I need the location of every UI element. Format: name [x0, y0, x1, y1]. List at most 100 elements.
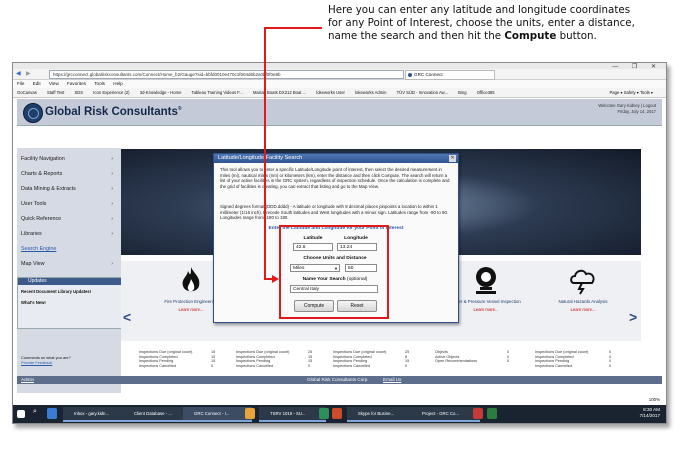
taskbar-item-project[interactable]: Project - GRC Co...	[411, 407, 480, 422]
zoom-level[interactable]: 100%	[649, 397, 660, 402]
footer-email-link[interactable]: Email Us	[383, 376, 401, 384]
stat-label: Open Recommendations 0	[435, 359, 510, 364]
callout-line-2: for any Point of Interest, choose the un…	[328, 17, 635, 29]
updates-panel: Updates Recent Document Library Updates!…	[17, 277, 132, 329]
menu-favorites[interactable]: Favorites	[67, 81, 86, 86]
card-natural-hazards[interactable]: Natural Hazards Analysis Learn more...	[543, 265, 623, 312]
back-icon[interactable]: ◀	[16, 70, 21, 77]
fav-gocanvas[interactable]: GoCanvas	[17, 90, 37, 95]
welcome-block: Welcome Gary Kidney | Logout Friday, Jul…	[598, 103, 656, 115]
stat-label: Inspections Cancelled 0	[236, 363, 311, 368]
chevron-right-icon: ›	[111, 171, 113, 177]
tab-favicon-icon	[408, 73, 412, 77]
menu-tools[interactable]: Tools	[94, 81, 105, 86]
menu-view[interactable]: View	[49, 81, 59, 86]
tab-label: GRC Connect	[414, 72, 443, 77]
flame-icon	[182, 267, 200, 292]
dialog-intro: This tool allows you to enter a specific…	[220, 167, 450, 189]
chevron-right-icon: ›	[111, 231, 113, 237]
nav-facility-navigation[interactable]: Facility Navigation ›	[21, 156, 113, 162]
fav-tuv-sud[interactable]: TÜV SÜD - Innovation Aw...	[397, 90, 448, 95]
grc-logo-icon	[23, 103, 43, 123]
fav-lokeworks-admin[interactable]: lokeworks Admin	[355, 90, 386, 95]
fav-lokeworks-user[interactable]: lokeworks User	[316, 90, 345, 95]
carousel-next-icon[interactable]: >	[629, 309, 637, 325]
carousel-prev-icon[interactable]: <	[123, 309, 131, 325]
fav-mariah-boats[interactable]: Mariah Boats DX212 Boat ...	[253, 90, 306, 95]
fav-icon-experience[interactable]: Icon Experience (2)	[93, 90, 129, 95]
close-icon[interactable]: ✕	[449, 155, 456, 162]
fav-sds[interactable]: SDS	[74, 90, 83, 95]
browser-right-tools[interactable]: Page ▾ Safety ▾ Tools ▾	[610, 88, 653, 97]
explorer-icon[interactable]	[245, 408, 255, 419]
favorites-bar: GoCanvas Staff Test SDS Icon Experience …	[13, 88, 666, 98]
nav-search-engine[interactable]: Search Engine	[21, 246, 113, 252]
chevron-right-icon: ›	[111, 201, 113, 207]
chevron-right-icon: ›	[111, 156, 113, 162]
taskbar-item-skype[interactable]: Skype for Busine...	[347, 407, 418, 422]
callout-arrow-icon	[272, 275, 279, 283]
fav-office365[interactable]: Office365	[477, 90, 495, 95]
dialog-format-note: Signed degrees format (DDD.dddd) - A lat…	[220, 204, 449, 221]
fav-staff-test[interactable]: Staff Test	[47, 90, 64, 95]
fav-tableau[interactable]: Tableau Training Videos F...	[192, 90, 243, 95]
menu-edit[interactable]: Edit	[33, 81, 41, 86]
updates-item-whats-new[interactable]: What's New!	[21, 300, 46, 305]
welcome-date: Friday, July 14, 2017	[617, 109, 656, 114]
stat-label: Inspections Cancelled 0	[333, 363, 408, 368]
app-icon[interactable]	[319, 408, 329, 419]
provide-feedback-link[interactable]: Provide Feedback	[21, 360, 52, 365]
system-clock[interactable]: 8:30 AM 7/14/2017	[640, 407, 660, 419]
highlight-box	[279, 225, 389, 319]
footer-company: Global Risk Consultants Corp.	[307, 377, 369, 382]
start-icon[interactable]	[17, 410, 25, 418]
outlook-icon[interactable]	[47, 408, 57, 419]
stat-label: Inspections Cancelled 0	[139, 363, 214, 368]
pressure-gauge-icon	[476, 267, 496, 294]
updates-item-library[interactable]: Recent Document Library Updates!	[21, 289, 91, 294]
url-input[interactable]: https://grcconnect.globalriskconsultants…	[49, 70, 404, 79]
nav-quick-reference[interactable]: Quick Reference ›	[21, 216, 113, 222]
stats-col4: Objects 0 Active Objects 0 Open Recommenda…	[435, 350, 530, 364]
stats-col5: Inspections Due (original count) 0 Inspec…	[535, 350, 630, 368]
chevron-right-icon: ›	[111, 216, 113, 222]
stats-fire: Inspections Due (original count) 15 Inspe…	[139, 350, 234, 368]
nav-data-mining[interactable]: Data Mining & Extracts ›	[21, 186, 113, 192]
callout-compute-word: Compute	[504, 30, 557, 42]
tab-grc-connect[interactable]: GRC Connect	[405, 70, 495, 80]
callout-connector-vertical	[264, 27, 266, 279]
chevron-right-icon: ›	[111, 261, 113, 267]
pdf-icon[interactable]	[473, 408, 483, 419]
taskbar-item-inbox[interactable]: Inbox - gary.kidn...	[63, 407, 130, 422]
nav-charts-reports[interactable]: Charts & Reports ›	[21, 171, 113, 177]
address-bar-row: ◀ ▶ https://grcconnect.globalriskconsult…	[13, 69, 666, 80]
callout-line-3: name the search and then hit the Compute…	[328, 30, 597, 42]
nav-libraries[interactable]: Libraries ›	[21, 231, 113, 237]
nav-user-tools[interactable]: User Tools ›	[21, 201, 113, 207]
fav-3d-knowledge[interactable]: 3d-Knowledge - Home	[140, 90, 182, 95]
forward-icon[interactable]: ▶	[26, 70, 31, 77]
updates-header: Updates	[18, 278, 132, 285]
stats-col3: Inspections Due (original count) 25 Inspe…	[333, 350, 428, 368]
nav-map-view[interactable]: Map View ›	[21, 261, 113, 267]
search-icon[interactable]: ⌕	[33, 408, 37, 416]
chevron-right-icon: ›	[111, 186, 113, 192]
excel-icon[interactable]	[487, 408, 497, 419]
clock-date: 7/14/2017	[639, 413, 660, 418]
callout-connector-top	[264, 27, 322, 29]
site-header: Global Risk Consultants® Welcome Gary Ki…	[17, 99, 662, 126]
app-icon-2[interactable]	[332, 408, 342, 419]
stats-col2: Inspections Due (original count) 25 Inspe…	[236, 350, 331, 368]
storm-cloud-icon	[570, 269, 595, 295]
menu-help[interactable]: Help	[113, 81, 122, 86]
site-name: Global Risk Consultants®	[45, 106, 182, 118]
taskbar-item-grc-connect[interactable]: GRC Connect - I...	[183, 407, 252, 422]
site-footer: Admin Global Risk Consultants Corp. Emai…	[17, 376, 662, 384]
learn-more-link[interactable]: Learn more...	[543, 307, 623, 312]
menu-file[interactable]: File	[17, 81, 24, 86]
fav-bing[interactable]: Bing	[458, 90, 466, 95]
footer-admin-link[interactable]: Admin	[21, 376, 34, 384]
callout-line-1: Here you can enter any latitude and long…	[328, 4, 631, 16]
taskbar-item-tsrv[interactable]: TSRV 1019 - SU...	[259, 407, 326, 422]
taskbar-item-client-db[interactable]: Client Database - ...	[123, 407, 190, 422]
